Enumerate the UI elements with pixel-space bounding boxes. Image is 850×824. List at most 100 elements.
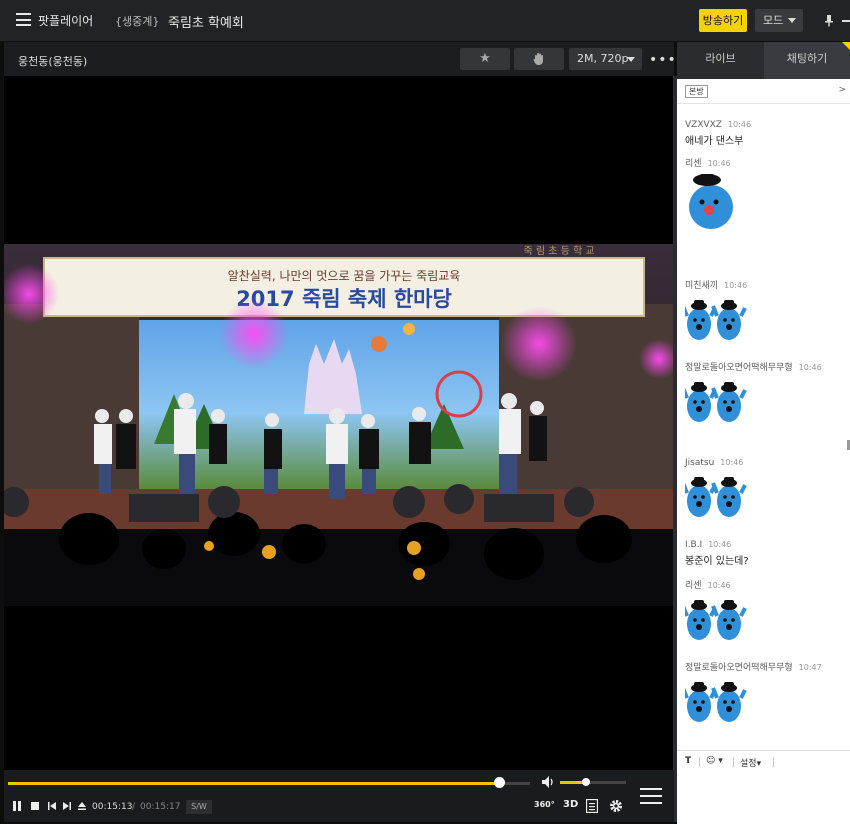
chat-nickname-text: 정말로돌아오면어떡해무무형 <box>685 363 793 373</box>
chat-nickname-text: 정말로돌아오면어떡해무무형 <box>685 663 793 673</box>
pin-icon[interactable] <box>822 13 836 27</box>
next-icon[interactable] <box>62 801 72 814</box>
room-badge[interactable]: 본방 <box>685 85 708 98</box>
chapter-list-icon[interactable] <box>585 798 599 816</box>
banner-slogan: 알찬실력, 나만의 멋으로 꿈을 가꾸는 죽림교육 <box>228 268 461 283</box>
text-style-button[interactable]: T <box>685 756 691 766</box>
emoji-icon: ☺ <box>706 756 716 766</box>
chat-settings-button[interactable]: 설정▾ <box>740 756 761 769</box>
hamburger-menu-icon[interactable] <box>16 13 31 26</box>
chat-nickname-text: 리센 <box>685 581 702 591</box>
more-options-icon[interactable]: ••• <box>649 52 677 68</box>
hand-icon <box>533 53 543 65</box>
chat-timestamp: 10:46 <box>708 540 732 549</box>
chevron-right-icon[interactable]: > <box>838 85 846 95</box>
channel-name: 웅천동(웅천동) <box>18 55 88 68</box>
chat-tabs: 라이브 채팅하기 <box>677 42 850 79</box>
video-area[interactable]: 알찬실력, 나만의 멋으로 꿈을 가꾸는 죽림교육 2017 죽림 축제 한마당… <box>4 76 674 770</box>
chat-message: I.B.I 10:46 봉준이 있는데? <box>685 540 845 567</box>
3d-button[interactable]: 3D <box>563 799 578 810</box>
app-title: 팟플레이어 <box>38 14 94 28</box>
stop-icon[interactable] <box>30 801 40 814</box>
minimize-icon[interactable] <box>842 20 850 22</box>
quality-dropdown[interactable]: 2M, 720p <box>569 48 642 70</box>
broadcast-title: 죽림초 학예회 <box>168 16 244 31</box>
chat-nickname[interactable]: 정말로돌아오면어떡해무무형 10:47 <box>685 660 845 673</box>
seek-handle[interactable] <box>493 777 505 788</box>
chat-nickname-text: Jisatsu <box>685 458 715 468</box>
tab-corner-marker <box>842 42 850 50</box>
chat-room-header: 본방 > <box>677 79 850 104</box>
chat-nickname[interactable]: 리센 10:46 <box>685 156 845 169</box>
emoticon-image <box>681 676 845 728</box>
chevron-down-icon <box>627 57 635 62</box>
current-time: 00:15:13 <box>92 802 133 812</box>
pause-icon[interactable] <box>12 801 22 814</box>
chat-text: 봉준이 있는데? <box>685 556 749 567</box>
broadcast-button[interactable]: 방송하기 <box>699 9 747 32</box>
chat-nickname-text: I.B.I <box>685 540 703 550</box>
chat-message: 미친새끼 10:46 <box>681 278 845 346</box>
chat-timestamp: 10:46 <box>720 458 744 467</box>
volume-handle[interactable] <box>582 778 591 786</box>
star-icon: ★ <box>479 51 491 66</box>
time-separator: / <box>132 802 136 812</box>
chat-nickname[interactable]: Jisatsu 10:46 <box>685 458 845 468</box>
chat-nickname-text: VZXVXZ <box>685 120 722 130</box>
chat-text: 애네가 댄스부 <box>685 136 744 147</box>
chat-timestamp: 10:46 <box>707 581 731 590</box>
emoticon-image <box>685 172 845 234</box>
mode-dropdown[interactable]: 모드 <box>755 9 803 32</box>
gear-icon[interactable] <box>609 799 623 816</box>
emoticon-image <box>681 294 845 346</box>
playlist-menu-icon[interactable] <box>640 788 662 806</box>
tab-live[interactable]: 라이브 <box>677 42 764 79</box>
previous-icon[interactable] <box>47 801 57 814</box>
chat-nickname[interactable]: I.B.I 10:46 <box>685 540 845 550</box>
hand-button[interactable] <box>514 48 564 70</box>
chat-nickname[interactable]: 리센 10:46 <box>685 578 845 591</box>
seek-progress <box>8 782 499 785</box>
emoticon-image <box>681 594 845 646</box>
toolbar-divider <box>773 757 774 767</box>
chat-message: VZXVXZ 10:46 애네가 댄스부 <box>685 120 845 147</box>
chat-input[interactable] <box>677 773 850 824</box>
emoticon-image <box>681 471 845 523</box>
favorite-button[interactable]: ★ <box>460 48 510 70</box>
chat-timestamp: 10:46 <box>727 120 752 129</box>
emoticon-image <box>681 376 845 428</box>
volume-slider[interactable] <box>560 778 626 786</box>
eject-icon[interactable] <box>77 801 87 814</box>
chat-message: Jisatsu 10:46 <box>681 458 845 523</box>
stage-scene: 알찬실력, 나만의 멋으로 꿈을 가꾸는 죽림교육 2017 죽림 축제 한마당… <box>4 244 674 606</box>
chat-timestamp: 10:46 <box>798 363 822 372</box>
chat-nickname[interactable]: VZXVXZ 10:46 <box>685 120 845 130</box>
live-tag: {생중계} <box>115 15 160 28</box>
total-time: 00:15:17 <box>140 802 181 812</box>
chat-toolbar: T ☺ ▾ 설정▾ <box>677 750 850 774</box>
chat-nickname[interactable]: 정말로돌아오면어떡해무무형 10:46 <box>685 360 845 373</box>
toolbar-divider <box>733 757 734 767</box>
chat-timestamp: 10:46 <box>707 159 731 168</box>
chat-message: 정말로돌아오면어떡해무무형 10:46 <box>681 360 845 428</box>
school-sign: 죽 림 초 등 학 교 <box>523 245 594 257</box>
video-frame: 알찬실력, 나만의 멋으로 꿈을 가꾸는 죽림교육 2017 죽림 축제 한마당… <box>4 244 674 606</box>
toolbar-divider <box>699 757 700 767</box>
chat-panel: 라이브 채팅하기 본방 > VZXVXZ 10:46 애네가 댄스부 리센 10:46 미… <box>677 42 850 824</box>
volume-icon[interactable] <box>541 774 557 790</box>
chat-nickname[interactable]: 미친새끼 10:46 <box>685 278 845 291</box>
player-header: 웅천동(웅천동) ★ 2M, 720p ••• <box>4 42 677 76</box>
seek-bar[interactable] <box>8 777 530 788</box>
chat-message: 정말로돌아오면어떡해무무형 10:47 <box>681 660 845 728</box>
vr-360-button[interactable]: 360° <box>534 800 555 809</box>
emoji-button[interactable]: ☺ ▾ <box>706 756 723 766</box>
mode-label: 모드 <box>763 14 784 27</box>
playback-controls: 00:15:13 / 00:15:17 S/W 360° 3D <box>4 770 674 822</box>
title-bar: 팟플레이어 {생중계} 죽림초 학예회 방송하기 모드 <box>0 0 850 42</box>
chat-message: 리센 10:46 <box>681 578 845 646</box>
chat-timestamp: 10:46 <box>724 281 748 290</box>
chat-timestamp: 10:47 <box>798 663 822 672</box>
sw-decoder-button[interactable]: S/W <box>186 800 212 814</box>
tab-chat[interactable]: 채팅하기 <box>764 42 850 79</box>
quality-label: 2M, 720p <box>577 52 629 65</box>
